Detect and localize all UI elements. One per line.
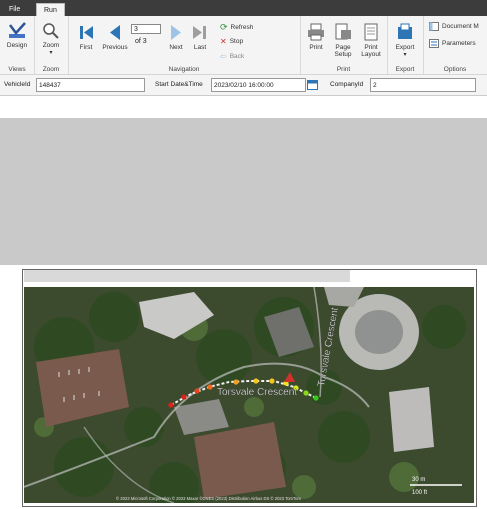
report-toolbar-spacer	[0, 96, 487, 118]
page-setup-button[interactable]: Page Setup	[330, 22, 356, 58]
refresh-button[interactable]: ⟳ Refresh	[220, 22, 253, 33]
first-page-icon	[80, 26, 93, 39]
group-label-views: Views	[8, 66, 26, 73]
group-options: Document M Parameters Options	[423, 16, 487, 74]
back-button[interactable]: ⇦ Back	[220, 52, 244, 61]
print-layout-button[interactable]: Print Layout	[358, 22, 384, 58]
track-point[interactable]	[207, 384, 213, 390]
track-point[interactable]	[253, 378, 259, 384]
last-label: Last	[193, 44, 207, 51]
first-page-button[interactable]: First	[74, 22, 98, 51]
next-label: Next	[169, 44, 183, 51]
track-point[interactable]	[168, 402, 174, 408]
first-label: First	[79, 44, 93, 51]
next-page-icon	[171, 25, 181, 40]
design-button[interactable]: Design	[3, 22, 31, 49]
page-setup-label-2: Setup	[334, 51, 352, 58]
satellite-map[interactable]: Torsvale Crescent Torsvale Crescent 30 m…	[24, 287, 474, 503]
map-copyright: © 2023 Microsoft Corporation © 2023 Maxa…	[116, 496, 301, 501]
document-map-icon	[429, 22, 439, 31]
refresh-label: Refresh	[230, 24, 254, 31]
track-point[interactable]	[194, 388, 200, 394]
group-views: Design Views	[0, 16, 35, 74]
export-button[interactable]: Export ▾	[391, 22, 419, 58]
back-arrow-icon: ⇦	[220, 52, 227, 61]
chevron-down-icon: ▾	[403, 52, 407, 58]
track-point[interactable]	[303, 390, 309, 396]
print-button[interactable]: Print	[304, 22, 328, 51]
scale-label-meters: 30 m	[412, 477, 425, 483]
refresh-icon: ⟳	[220, 22, 228, 32]
tab-file[interactable]: File	[2, 3, 27, 16]
group-label-export: Export	[395, 66, 415, 73]
building-east	[389, 387, 434, 452]
group-print: Print Page Setup Print Layout Print	[300, 16, 388, 74]
group-navigation: First Previous 3 of 3 Next Last ⟳ Refres…	[68, 16, 301, 74]
start-datetime-label: Start Date&Time	[155, 81, 203, 88]
group-label-options: Options	[443, 66, 467, 73]
page-setup-icon	[335, 23, 351, 40]
chevron-down-icon: ▾	[49, 50, 53, 56]
tab-run[interactable]: Run	[36, 3, 65, 17]
track-point[interactable]	[269, 378, 275, 384]
report-title-placeholder	[24, 270, 350, 282]
print-layout-label-2: Layout	[361, 51, 381, 58]
design-label: Design	[6, 42, 28, 49]
parameters-label: Parameters	[442, 40, 476, 47]
start-datetime-input[interactable]: 2023/02/10 16:00:00	[211, 78, 306, 92]
vehicle-id-label: VehicleId	[4, 81, 31, 88]
stop-button[interactable]: ✕ Stop	[220, 37, 243, 46]
group-label-navigation: Navigation	[168, 66, 200, 73]
building-circular-roof	[355, 310, 403, 354]
previous-page-button[interactable]: Previous	[100, 22, 130, 51]
calendar-icon[interactable]	[307, 79, 318, 90]
of-pages-label: of 3	[135, 38, 147, 45]
previous-label: Previous	[102, 44, 128, 51]
company-id-label: CompanyId	[330, 81, 364, 88]
group-zoom: Zoom ▾ Zoom	[34, 16, 69, 74]
back-label: Back	[229, 53, 245, 60]
last-page-button[interactable]: Last	[190, 22, 210, 51]
company-id-input[interactable]: 2	[370, 78, 476, 92]
parameter-bar: VehicleId 148437 Start Date&Time 2023/02…	[0, 75, 487, 96]
last-page-icon	[193, 26, 206, 39]
document-map-label: Document M	[442, 23, 479, 30]
track-point[interactable]	[233, 379, 239, 385]
group-label-print: Print	[336, 66, 351, 73]
ribbon: Design Views Zoom ▾ Zoom First Previous …	[0, 16, 487, 75]
zoom-button[interactable]: Zoom ▾	[37, 22, 65, 56]
print-layout-icon	[364, 23, 378, 41]
stop-label: Stop	[229, 38, 244, 45]
zoom-label: Zoom	[42, 42, 60, 49]
track-point[interactable]	[313, 395, 319, 401]
print-layout-label-1: Print	[364, 44, 378, 51]
current-page-input[interactable]: 3	[131, 24, 161, 34]
stop-icon: ✕	[220, 37, 227, 46]
vehicle-id-input[interactable]: 148437	[36, 78, 145, 92]
parameters-icon	[429, 39, 439, 48]
printer-icon	[308, 23, 324, 41]
ribbon-tab-bar: File Run	[0, 0, 487, 17]
print-label: Print	[309, 44, 323, 51]
document-map-button[interactable]: Document M	[429, 22, 479, 31]
group-export: Export ▾ Export	[387, 16, 424, 74]
page-setup-label-1: Page	[335, 44, 351, 51]
export-label: Export	[395, 44, 415, 51]
scale-label-feet: 100 ft	[412, 490, 427, 496]
previous-page-icon	[110, 25, 120, 40]
magnifier-icon	[43, 23, 59, 39]
next-page-button[interactable]: Next	[166, 22, 186, 51]
export-icon	[398, 23, 412, 39]
design-icon	[9, 22, 26, 38]
street-label-horizontal: Torsvale Crescent	[217, 387, 297, 398]
parameters-button[interactable]: Parameters	[429, 39, 476, 48]
group-label-zoom: Zoom	[42, 66, 60, 73]
track-point[interactable]	[181, 394, 187, 400]
